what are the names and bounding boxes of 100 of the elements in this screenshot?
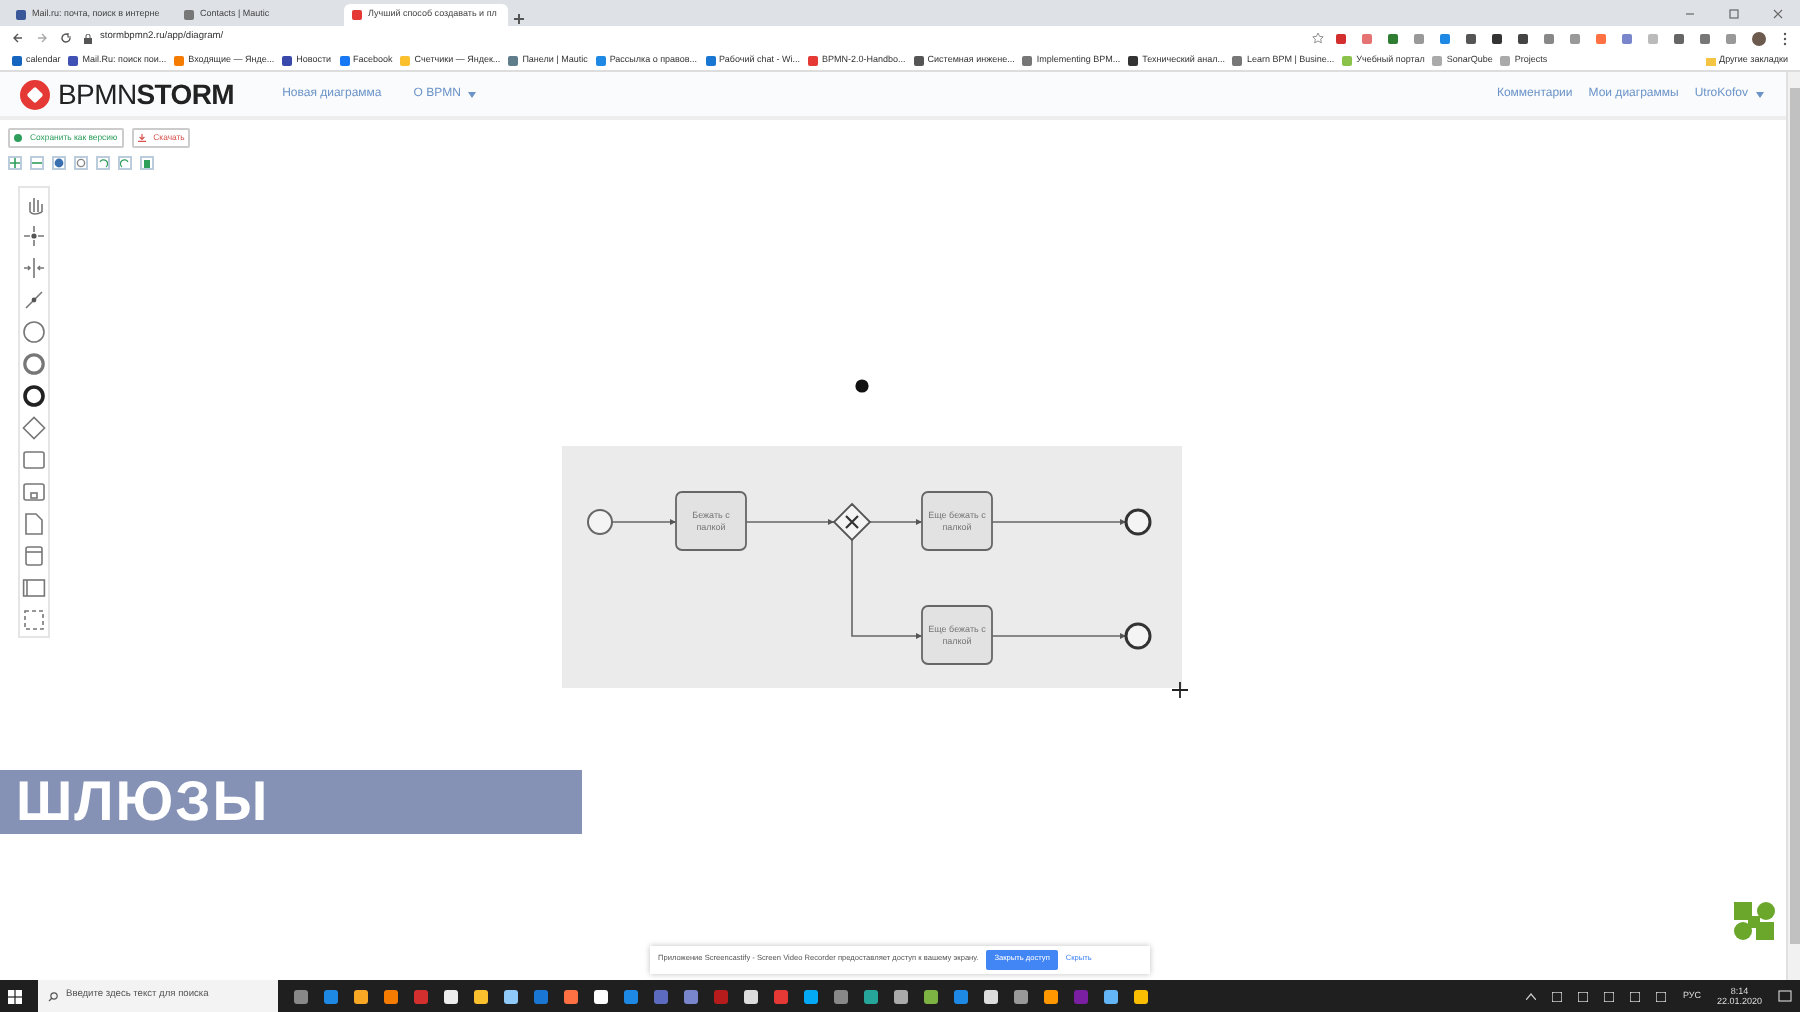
bookmark-favicon-icon [808, 55, 819, 65]
bookmark-favicon-icon [595, 55, 606, 65]
kebab-menu-icon[interactable] [1782, 31, 1788, 45]
bookmark-favicon-icon [1128, 55, 1139, 65]
double-circle-icon[interactable] [22, 352, 46, 376]
save-icon [14, 134, 22, 142]
zoom-out-icon [32, 158, 42, 168]
puzzle-logo-icon [1734, 902, 1776, 940]
caret-icon [1756, 91, 1764, 97]
bookmark-favicon-icon [1342, 55, 1353, 65]
extension-icon[interactable] [1518, 33, 1528, 43]
reload-icon[interactable] [60, 32, 72, 44]
taskbar-app-icon[interactable] [1014, 989, 1028, 1003]
database-icon[interactable] [22, 544, 46, 568]
taskbar-app-icon[interactable] [474, 989, 488, 1003]
undo-icon [98, 158, 108, 168]
taskbar-app-icon[interactable] [894, 989, 908, 1003]
search-icon [48, 991, 58, 1001]
bookmark-favicon-icon [68, 55, 79, 65]
maximize-icon[interactable] [1728, 7, 1740, 19]
space-tool-icon[interactable] [22, 256, 46, 280]
taskbar-app-icon[interactable] [744, 989, 758, 1003]
avatar-icon[interactable] [1752, 31, 1766, 45]
sequence-flow-arrow [991, 518, 1127, 526]
bookmark-favicon-icon [12, 55, 22, 65]
rectangle-icon[interactable] [22, 448, 46, 472]
taskbar-app-icon[interactable] [924, 989, 938, 1003]
taskbar-app-icon[interactable] [564, 989, 578, 1003]
video-caption-text: ШЛЮЗЫ [0, 770, 582, 834]
redo-button[interactable] [118, 156, 132, 170]
taskbar-app-icon[interactable] [1104, 989, 1118, 1003]
crosshair-cursor-icon [1171, 681, 1189, 699]
zoom-out-button[interactable] [30, 156, 44, 170]
taskbar-app-icon[interactable] [1044, 989, 1058, 1003]
bookmark-favicon-icon [1432, 55, 1443, 65]
download-icon [137, 134, 146, 142]
taskbar-app-icon[interactable] [444, 989, 458, 1003]
bold-circle-icon[interactable] [22, 384, 46, 408]
extension-icon[interactable] [1492, 33, 1502, 43]
tray-icon[interactable] [1604, 991, 1615, 1001]
extension-icon[interactable] [1466, 33, 1476, 43]
diamond-icon[interactable] [22, 416, 46, 440]
tray-caret-icon[interactable] [1526, 992, 1537, 1000]
back-arrow-icon[interactable] [12, 32, 24, 44]
document-icon[interactable] [22, 512, 46, 536]
dot-marker-icon [855, 379, 869, 393]
pool-icon[interactable] [22, 576, 46, 600]
taskbar-app-icon[interactable] [384, 989, 398, 1003]
star-icon[interactable] [1312, 32, 1324, 44]
task-box [921, 491, 993, 551]
trash-button[interactable] [140, 156, 154, 170]
zoom-in-button[interactable] [8, 156, 22, 170]
logo-icon [20, 79, 50, 109]
bookmark-favicon-icon [913, 55, 924, 65]
notification-center-icon[interactable] [1778, 989, 1792, 1003]
lock-icon [84, 33, 92, 43]
bookmark-favicon-icon [282, 55, 293, 65]
bookmark-favicon-icon [508, 55, 519, 65]
connect-tool-icon[interactable] [22, 288, 46, 312]
sequence-flow-arrow [851, 539, 923, 640]
exclusive-gateway-diamond [832, 502, 872, 542]
trash-icon [142, 158, 152, 168]
scrollbar[interactable] [1786, 72, 1800, 980]
windows-start-icon[interactable] [8, 989, 22, 1003]
sequence-flow-arrow [745, 518, 835, 526]
end-event-circle [1124, 622, 1152, 650]
taskbar-app-icon[interactable] [504, 989, 518, 1003]
bookmark-favicon-icon [705, 55, 716, 65]
taskbar-app-icon[interactable] [1134, 989, 1148, 1003]
taskbar-app-icon[interactable] [984, 989, 998, 1003]
subprocess-icon[interactable] [22, 480, 46, 504]
bookmark-favicon-icon [400, 55, 411, 65]
bookmark-favicon-icon [1500, 55, 1511, 65]
close-icon[interactable] [1772, 7, 1784, 19]
tray-icon[interactable] [1630, 991, 1641, 1001]
sequence-flow-arrow [869, 518, 923, 526]
scrollbar-thumb[interactable] [1790, 88, 1800, 944]
tray-icon[interactable] [1578, 991, 1589, 1001]
bookmark-favicon-icon [339, 55, 350, 65]
taskbar-app-icon[interactable] [594, 989, 608, 1003]
bookmark-favicon-icon [1022, 55, 1033, 65]
bookmark-favicon-icon [1232, 55, 1243, 65]
circle-icon[interactable] [22, 320, 46, 344]
tray-icon[interactable] [1552, 991, 1563, 1001]
new-tab-icon[interactable] [512, 12, 526, 26]
task-box [921, 605, 993, 665]
taskbar-app-icon[interactable] [804, 989, 818, 1003]
end-event-circle [1124, 508, 1152, 536]
sequence-flow-arrow [991, 632, 1127, 640]
zoom-in-icon [10, 158, 20, 168]
caret-icon [468, 91, 477, 97]
task-box [675, 491, 747, 551]
undo-button[interactable] [96, 156, 110, 170]
bookmark-favicon-icon [174, 55, 185, 65]
folder-icon [1705, 55, 1716, 65]
taskbar-app-icon[interactable] [354, 989, 368, 1003]
sequence-flow-arrow [611, 518, 677, 526]
tray-icon[interactable] [1656, 991, 1667, 1001]
extension-icon[interactable] [1674, 33, 1684, 43]
dashed-square-icon[interactable] [22, 608, 46, 632]
